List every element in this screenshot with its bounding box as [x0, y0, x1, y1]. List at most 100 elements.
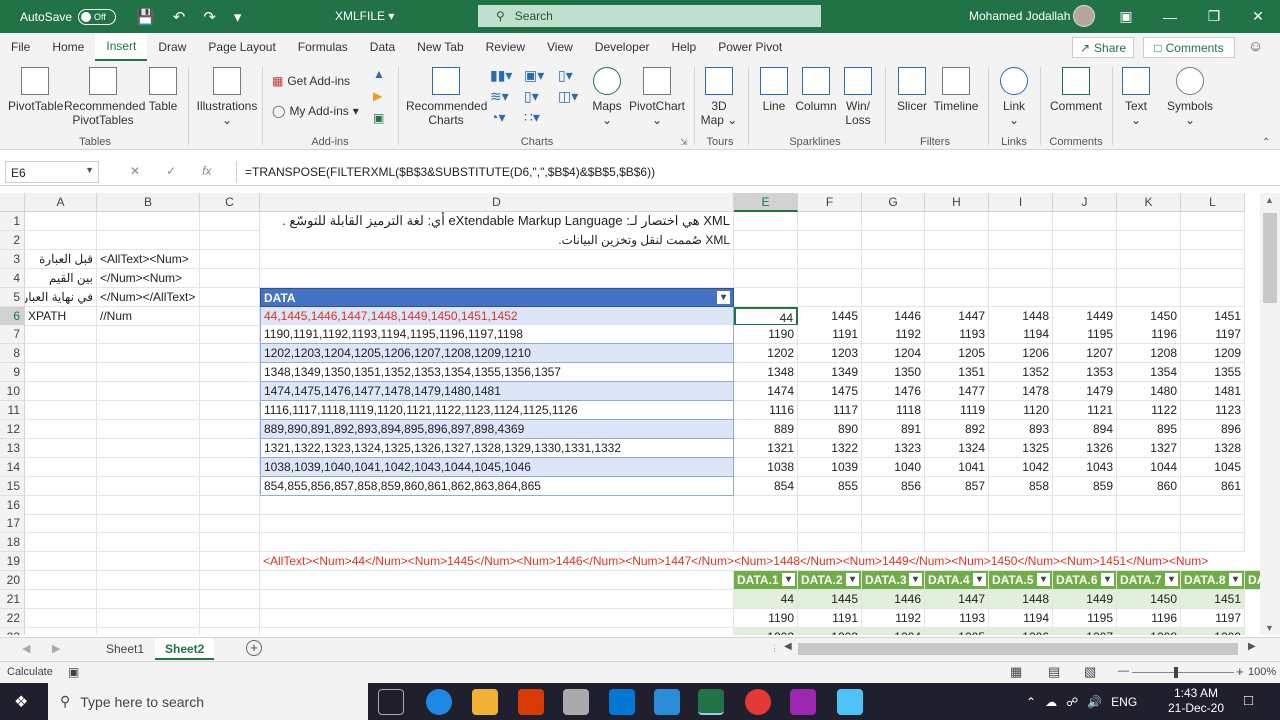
tab-power-pivot[interactable]: Power Pivot	[707, 33, 793, 61]
scroll-down-icon[interactable]: ▼	[1265, 623, 1274, 633]
notifications-icon[interactable]: □	[1244, 692, 1253, 709]
spill-cell[interactable]: 1117	[798, 401, 862, 420]
sheet-tab-sheet1[interactable]: Sheet1	[96, 638, 154, 660]
cell[interactable]	[862, 533, 925, 553]
table-data-row[interactable]: 1038,1039,1040,1041,1042,1043,1044,1045,…	[260, 457, 734, 477]
cell[interactable]	[97, 476, 200, 496]
cell[interactable]	[200, 495, 260, 515]
cell[interactable]	[260, 249, 734, 269]
spill-cell[interactable]: 1205	[925, 344, 989, 364]
cell[interactable]	[260, 608, 734, 628]
people-graph-icon[interactable]: ▣	[373, 111, 384, 125]
cell[interactable]	[925, 287, 989, 307]
table-data-row[interactable]: 1116,1117,1118,1119,1120,1121,1122,1123,…	[260, 401, 734, 420]
table2-header[interactable]: DATA.4 ▾	[925, 571, 989, 591]
table2-cell[interactable]: 1208	[1117, 627, 1181, 635]
customize-qat-icon[interactable]: ▾	[234, 8, 242, 26]
recommended-pivottables-button[interactable]: Recommended PivotTables	[64, 67, 145, 127]
spill-cell[interactable]: 1204	[862, 344, 925, 364]
pie-chart-icon[interactable]: ◔▾	[490, 109, 505, 126]
cell[interactable]	[925, 533, 989, 553]
spill-cell[interactable]: 854	[734, 476, 798, 496]
tab-home[interactable]: Home	[41, 33, 95, 61]
tab-formulas[interactable]: Formulas	[287, 33, 359, 61]
cell[interactable]	[862, 268, 925, 288]
spill-cell[interactable]: 1191	[798, 325, 862, 345]
photos-icon[interactable]	[654, 689, 680, 715]
spill-cell[interactable]: 1349	[798, 363, 862, 383]
cell[interactable]	[200, 457, 260, 477]
cell[interactable]	[97, 514, 200, 534]
spill-cell[interactable]: 1352	[989, 363, 1053, 383]
cell[interactable]	[97, 590, 200, 609]
spill-cell[interactable]: 1041	[925, 457, 989, 477]
column-header-c[interactable]: C	[200, 193, 260, 212]
table2-header[interactable]: DATA.3 ▾	[862, 571, 925, 591]
tab-data[interactable]: Data	[359, 33, 406, 61]
cell[interactable]	[798, 495, 862, 515]
cell[interactable]	[862, 230, 925, 250]
cell[interactable]	[97, 438, 200, 458]
hierarchy-chart-icon[interactable]: ▣▾	[524, 67, 544, 84]
row-header-8[interactable]: 8	[0, 344, 25, 364]
cell[interactable]	[1117, 495, 1181, 515]
cell[interactable]	[734, 533, 798, 553]
cell[interactable]	[798, 514, 862, 534]
combo-chart-icon[interactable]: ◫▾	[558, 88, 578, 105]
statistic-chart-icon[interactable]: ▯▾	[524, 88, 539, 105]
spill-cell[interactable]: 1202	[734, 344, 798, 364]
cell[interactable]	[25, 401, 97, 420]
cell[interactable]	[200, 590, 260, 609]
table2-cell[interactable]: 1209	[1181, 627, 1245, 635]
spill-cell[interactable]: 1446	[862, 306, 925, 326]
table2-header[interactable]: DATA.6 ▾	[1053, 571, 1117, 591]
cell[interactable]	[734, 268, 798, 288]
cell[interactable]	[25, 344, 97, 364]
bing-maps-icon[interactable]: ▶	[373, 89, 382, 103]
cell[interactable]	[862, 212, 925, 231]
table2-header[interactable]: DATA.8 ▾	[1181, 571, 1245, 591]
spill-cell[interactable]: 894	[1053, 419, 1117, 439]
cell[interactable]	[989, 495, 1053, 515]
table2-cell[interactable]: 1190	[734, 608, 798, 628]
spill-cell[interactable]: 859	[1053, 476, 1117, 496]
cell[interactable]	[862, 249, 925, 269]
spill-cell[interactable]: 1194	[989, 325, 1053, 345]
app-icon[interactable]	[837, 689, 863, 715]
column-header-g[interactable]: G	[862, 193, 925, 212]
cell-a3-before-label[interactable]: قبل العبارة	[25, 249, 97, 269]
cell[interactable]	[25, 230, 97, 250]
table2-cell[interactable]: 1450	[1117, 590, 1181, 609]
cell[interactable]	[925, 514, 989, 534]
row-header-18[interactable]: 18	[0, 533, 25, 553]
table2-cell[interactable]: 1207	[1053, 627, 1117, 635]
scatter-chart-icon[interactable]: ∷▾	[524, 109, 540, 126]
cell[interactable]	[1053, 212, 1117, 231]
cell[interactable]	[25, 590, 97, 609]
row-header-6[interactable]: 6	[0, 306, 25, 326]
cell-b4-separator[interactable]: </Num><Num>	[97, 268, 200, 288]
cell[interactable]	[260, 514, 734, 534]
cell[interactable]	[25, 608, 97, 628]
spill-cell[interactable]: 860	[1117, 476, 1181, 496]
spill-cell[interactable]: 1353	[1053, 363, 1117, 383]
cell-a5-end-label[interactable]: في نهاية العبارة	[25, 287, 97, 307]
cell[interactable]	[25, 438, 97, 458]
cell[interactable]	[734, 514, 798, 534]
table2-cell[interactable]: 1206	[989, 627, 1053, 635]
sparkline-line-button[interactable]: Line	[756, 67, 792, 113]
row-header-23[interactable]: 23	[0, 627, 25, 635]
cell[interactable]	[989, 268, 1053, 288]
cell[interactable]	[925, 212, 989, 231]
cell[interactable]	[798, 230, 862, 250]
cell[interactable]	[200, 514, 260, 534]
enter-icon[interactable]: ✓	[166, 164, 176, 178]
cell-b5-suffix[interactable]: </Num></AllText>	[97, 287, 200, 307]
cell[interactable]	[1053, 495, 1117, 515]
row-header-4[interactable]: 4	[0, 268, 25, 288]
cell[interactable]	[97, 230, 200, 250]
cell[interactable]	[734, 230, 798, 250]
add-sheet-icon[interactable]: +	[246, 640, 262, 656]
spill-cell[interactable]: 1044	[1117, 457, 1181, 477]
spill-cell[interactable]: 890	[798, 419, 862, 439]
